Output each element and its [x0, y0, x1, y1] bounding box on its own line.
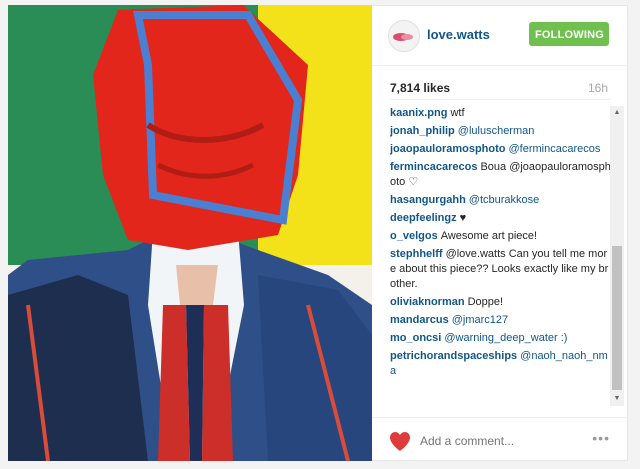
list-item: jonah_philip @luluscherman	[390, 124, 612, 139]
post-image	[8, 5, 372, 461]
comment-author[interactable]: hasangurgahh	[390, 194, 466, 206]
post-time: 16h	[587, 81, 608, 95]
comment-text: Awesome art piece!	[440, 230, 538, 242]
comment-text[interactable]: @tcburakkose	[469, 194, 539, 206]
comment-author[interactable]: jonah_philip	[390, 125, 455, 137]
comment-author[interactable]: stephhelff	[390, 248, 443, 260]
comment-text: wtf	[450, 107, 465, 119]
scroll-thumb[interactable]	[612, 246, 622, 390]
comment-author[interactable]: deepfeelingz	[390, 212, 457, 224]
comment-author[interactable]: o_velgos	[390, 230, 438, 242]
comment-text[interactable]: @jmarc127	[452, 314, 508, 326]
list-item: o_velgos Awesome art piece!	[390, 229, 612, 244]
likes-count[interactable]: 7,814 likes	[390, 81, 450, 95]
post-sidebar: love.watts FOLLOWING 7,814 likes 16h kaa…	[372, 5, 628, 461]
avatar[interactable]	[388, 20, 420, 52]
list-item: fermincacarecos Boua @joaopauloramosphoto…	[390, 160, 612, 190]
post-footer: •••	[372, 417, 628, 462]
heart-icon[interactable]	[388, 430, 412, 452]
list-item: deepfeelingz ♥	[390, 211, 612, 226]
comment-author[interactable]: joaopauloramosphoto	[390, 143, 506, 155]
comment-author[interactable]: kaanix.png	[390, 107, 447, 119]
list-item: petrichorandspaceships @naoh_naoh_nma	[390, 349, 612, 379]
more-options-icon[interactable]: •••	[592, 430, 610, 446]
comment-input[interactable]	[418, 430, 582, 452]
comment-text[interactable]: @luluscherman	[458, 125, 535, 137]
comment-author[interactable]: oliviaknorman	[390, 296, 465, 308]
username[interactable]: love.watts	[427, 27, 490, 42]
list-item: stephhelff @love.watts Can you tell me mo…	[390, 247, 612, 292]
post-header: love.watts FOLLOWING	[372, 5, 628, 66]
list-item: mo_oncsi @warning_deep_water :)	[390, 331, 612, 346]
list-item: oliviaknorman Doppe!	[390, 295, 612, 310]
comment-text[interactable]: @fermincacarecos	[509, 143, 601, 155]
list-item: joaopauloramosphoto @fermincacarecos	[390, 142, 612, 157]
comment-text[interactable]: @warning_deep_water :)	[444, 332, 567, 344]
list-item: kaanix.png wtf	[390, 106, 612, 121]
list-item: mandarcus @jmarc127	[390, 313, 612, 328]
list-item: hasangurgahh @tcburakkose	[390, 193, 612, 208]
following-button[interactable]: FOLLOWING	[529, 22, 609, 46]
comment-text: Doppe!	[467, 296, 504, 308]
comment-author[interactable]: mandarcus	[390, 314, 449, 326]
comments-scrollbar[interactable]: ▲ ▼	[610, 106, 624, 406]
scroll-down-icon[interactable]: ▼	[610, 392, 624, 406]
comment-text: ♥	[459, 212, 467, 224]
scroll-up-icon[interactable]: ▲	[610, 106, 624, 120]
comment-author[interactable]: petrichorandspaceships	[390, 350, 517, 362]
comments-list: kaanix.png wtf jonah_philip @luluscherman …	[390, 106, 612, 411]
divider	[390, 99, 610, 100]
comment-author[interactable]: mo_oncsi	[390, 332, 441, 344]
comment-author[interactable]: fermincacarecos	[390, 161, 477, 173]
